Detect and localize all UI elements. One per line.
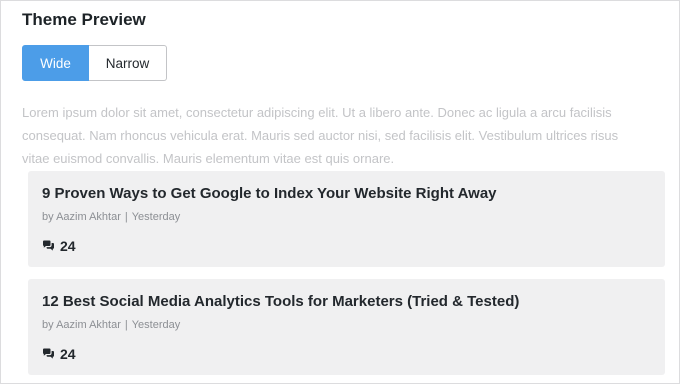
page-title: Theme Preview: [22, 10, 146, 29]
comment-count: 24: [60, 238, 76, 254]
wide-button[interactable]: Wide: [22, 45, 89, 81]
comment-count: 24: [60, 346, 76, 362]
intro-text: Lorem ipsum dolor sit amet, consectetur …: [22, 105, 619, 166]
post-comments: 24: [42, 346, 651, 362]
post-date: Yesterday: [131, 211, 181, 223]
comments-icon: [42, 348, 55, 360]
post-card[interactable]: 12 Best Social Media Analytics Tools for…: [28, 279, 665, 375]
meta-separator: |: [124, 211, 128, 223]
post-date: Yesterday: [131, 319, 181, 331]
post-comments: 24: [42, 238, 651, 254]
post-card[interactable]: 9 Proven Ways to Get Google to Index You…: [28, 171, 665, 267]
post-author: by Aazim Akhtar: [42, 319, 121, 331]
theme-preview-panel: Theme Preview Wide Narrow Lorem ipsum do…: [0, 0, 680, 384]
post-meta: by Aazim Akhtar | Yesterday: [42, 318, 651, 332]
post-title[interactable]: 9 Proven Ways to Get Google to Index You…: [42, 184, 651, 204]
post-title[interactable]: 12 Best Social Media Analytics Tools for…: [42, 292, 651, 312]
post-author: by Aazim Akhtar: [42, 211, 121, 223]
post-meta: by Aazim Akhtar | Yesterday: [42, 210, 651, 224]
comments-icon: [42, 240, 55, 252]
layout-toggle-group: Wide Narrow: [22, 45, 167, 81]
narrow-button[interactable]: Narrow: [89, 45, 167, 81]
meta-separator: |: [124, 319, 128, 331]
